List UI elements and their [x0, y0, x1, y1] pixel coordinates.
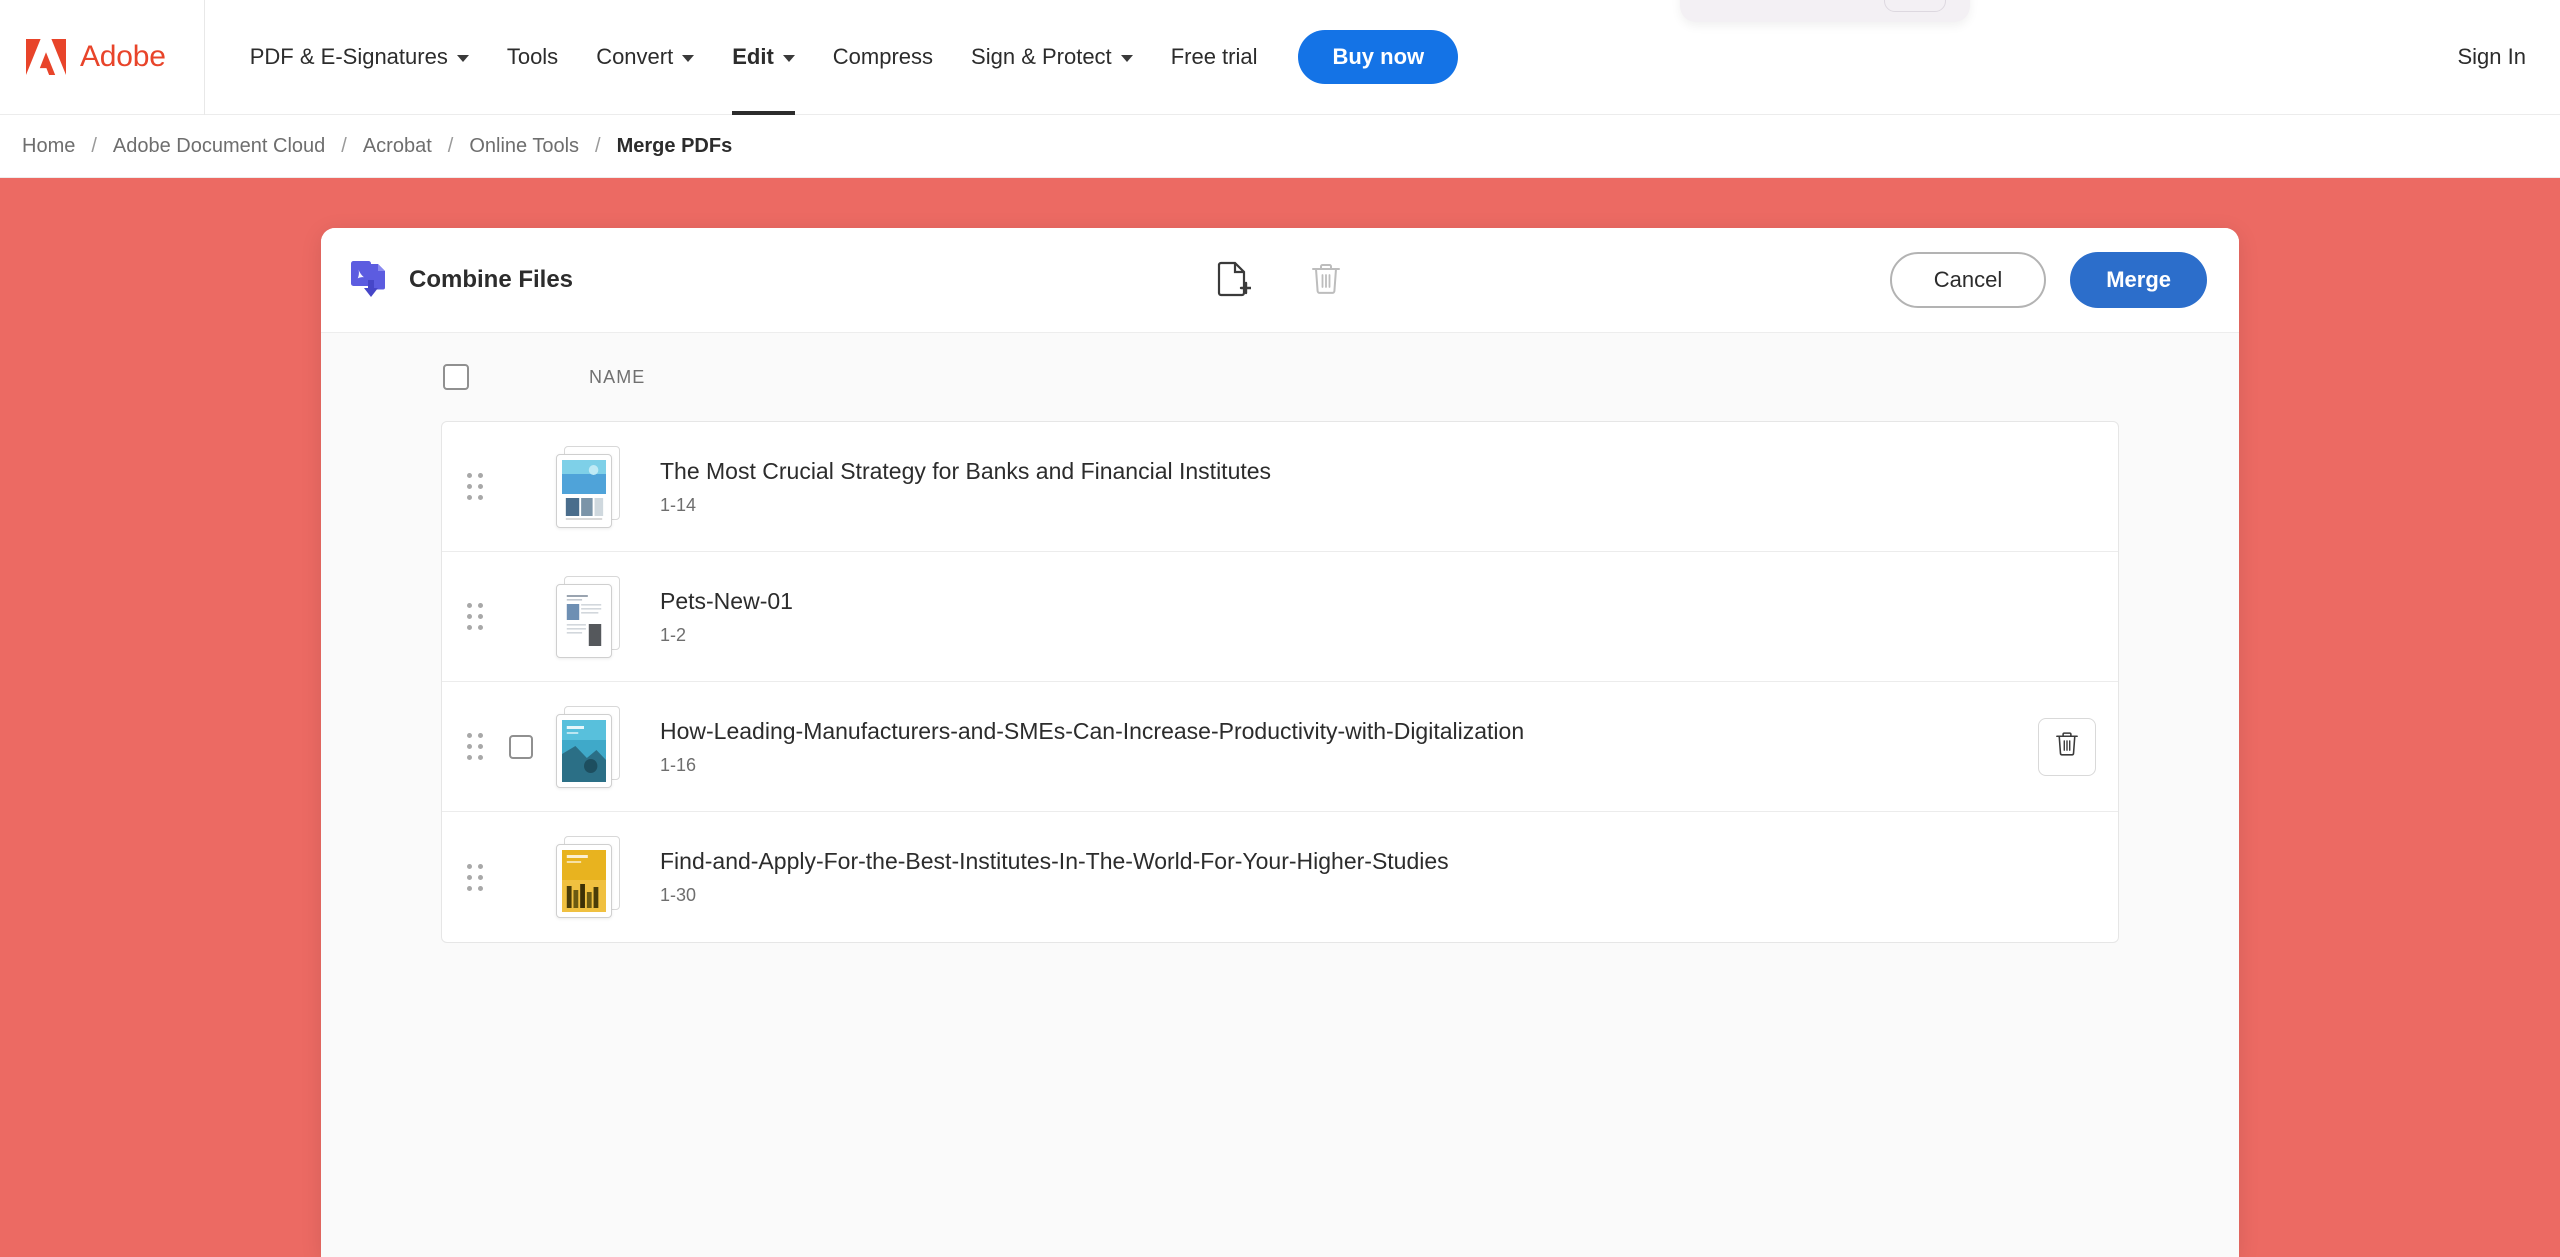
nav-item-convert[interactable]: Convert [577, 0, 713, 115]
thumbnail-front-page [556, 713, 612, 788]
combine-files-icon [349, 257, 391, 304]
breadcrumb-item-acrobat[interactable]: Acrobat [357, 135, 438, 158]
drag-handle-icon[interactable] [462, 727, 488, 767]
file-list: The Most Crucial Strategy for Banks and … [441, 421, 2119, 943]
floating-overlay-card [1680, 0, 1970, 22]
table-row[interactable]: Find-and-Apply-For-the-Best-Institutes-I… [442, 812, 2118, 942]
thumbnail-front-page [556, 583, 612, 658]
file-info: Find-and-Apply-For-the-Best-Institutes-I… [660, 848, 1449, 906]
table-row[interactable]: Pets-New-01 1-2 [442, 552, 2118, 682]
nav-item-compress[interactable]: Compress [814, 0, 952, 115]
nav-item-label: PDF & E-Signatures [249, 44, 448, 69]
nav-item-label: Compress [832, 44, 934, 69]
nav-item-edit[interactable]: Edit [713, 0, 814, 115]
panel-header: Combine Files Cancel Merge [321, 228, 2239, 333]
column-header-name: NAME [589, 366, 646, 387]
sign-in-link[interactable]: Sign In [2458, 44, 2527, 70]
nav-item-label: Sign & Protect [971, 44, 1112, 69]
adobe-brand-link[interactable]: Adobe [0, 0, 205, 115]
table-row[interactable]: How-Leading-Manufacturers-and-SMEs-Can-I… [442, 682, 2118, 812]
buy-now-button[interactable]: Buy now [1298, 30, 1459, 84]
nav-item-label: Convert [596, 44, 674, 69]
file-name: Pets-New-01 [660, 587, 793, 614]
cancel-button[interactable]: Cancel [1889, 252, 2047, 308]
combine-files-panel: Combine Files Cancel Merge NAME The Most… [321, 228, 2239, 1257]
chevron-down-icon [782, 55, 795, 62]
thumbnail-front-page [556, 844, 612, 918]
thumbnail-front-page [556, 453, 612, 528]
nav-item-label: Free trial [1170, 44, 1258, 69]
add-file-icon [1217, 261, 1253, 300]
breadcrumb-separator: / [341, 134, 347, 157]
nav-item-tools[interactable]: Tools [488, 0, 577, 115]
breadcrumb-separator: / [91, 134, 97, 157]
panel-header-actions: Cancel Merge [1889, 252, 2207, 308]
panel-header-tools [1211, 257, 1349, 303]
delete-selected-icon-button[interactable] [1303, 257, 1349, 303]
breadcrumb-item-home[interactable]: Home [16, 135, 81, 158]
brand-name: Adobe [80, 40, 166, 73]
top-navigation-bar: Adobe PDF & E-Signatures Tools Convert E… [0, 0, 2560, 115]
breadcrumb-separator: / [595, 134, 601, 157]
file-name: Find-and-Apply-For-the-Best-Institutes-I… [660, 848, 1449, 874]
breadcrumb-item-merge-pdfs: Merge PDFs [616, 134, 733, 157]
nav-item-label: Tools [506, 44, 559, 69]
breadcrumb: Home / Adobe Document Cloud / Acrobat / … [0, 115, 2560, 178]
row-delete-button[interactable] [2038, 717, 2096, 776]
add-file-icon-button[interactable] [1211, 257, 1257, 303]
row-checkbox[interactable] [509, 734, 533, 759]
file-info: Pets-New-01 1-2 [660, 588, 793, 646]
file-page-range: 1-2 [660, 624, 687, 645]
file-page-range: 1-30 [660, 885, 697, 905]
adobe-logo-icon [26, 39, 66, 75]
file-info: The Most Crucial Strategy for Banks and … [660, 458, 1271, 516]
file-name: The Most Crucial Strategy for Banks and … [660, 457, 1272, 484]
file-page-range: 1-16 [660, 754, 697, 775]
drag-handle-icon[interactable] [462, 467, 488, 507]
nav-items: PDF & E-Signatures Tools Convert Edit Co… [205, 0, 1459, 115]
select-all-checkbox[interactable] [443, 364, 469, 390]
file-thumbnail [556, 445, 632, 528]
breadcrumb-separator: / [447, 134, 454, 157]
panel-title-group: Combine Files [349, 257, 573, 304]
file-list-header: NAME [321, 333, 2239, 421]
overlay-card-pill-button[interactable] [1884, 0, 1946, 12]
nav-item-pdf-e-signatures[interactable]: PDF & E-Signatures [231, 0, 488, 115]
file-thumbnail [556, 836, 632, 918]
row-checkbox-slot [496, 734, 546, 759]
nav-item-sign-and-protect[interactable]: Sign & Protect [952, 0, 1152, 115]
file-page-range: 1-14 [660, 494, 697, 515]
trash-icon [2054, 730, 2080, 763]
file-name: How-Leading-Manufacturers-and-SMEs-Can-I… [660, 717, 1525, 744]
nav-item-free-trial[interactable]: Free trial [1152, 0, 1277, 115]
file-thumbnail [556, 705, 632, 788]
table-row[interactable]: The Most Crucial Strategy for Banks and … [442, 422, 2118, 552]
merge-button[interactable]: Merge [2070, 252, 2207, 308]
file-list-area: NAME The Most Crucial Strategy for Banks… [321, 333, 2239, 943]
chevron-down-icon [456, 55, 469, 62]
breadcrumb-item-adobe-document-cloud[interactable]: Adobe Document Cloud [107, 135, 331, 158]
chevron-down-icon [682, 55, 695, 62]
file-info: How-Leading-Manufacturers-and-SMEs-Can-I… [660, 718, 1524, 776]
breadcrumb-item-online-tools[interactable]: Online Tools [463, 135, 585, 158]
panel-title: Combine Files [409, 266, 574, 293]
chevron-down-icon [1120, 55, 1133, 62]
nav-item-label: Edit [732, 44, 774, 69]
drag-handle-icon[interactable] [462, 857, 488, 897]
drag-handle-icon[interactable] [462, 597, 488, 637]
file-thumbnail [556, 575, 632, 658]
trash-icon [1310, 261, 1342, 300]
